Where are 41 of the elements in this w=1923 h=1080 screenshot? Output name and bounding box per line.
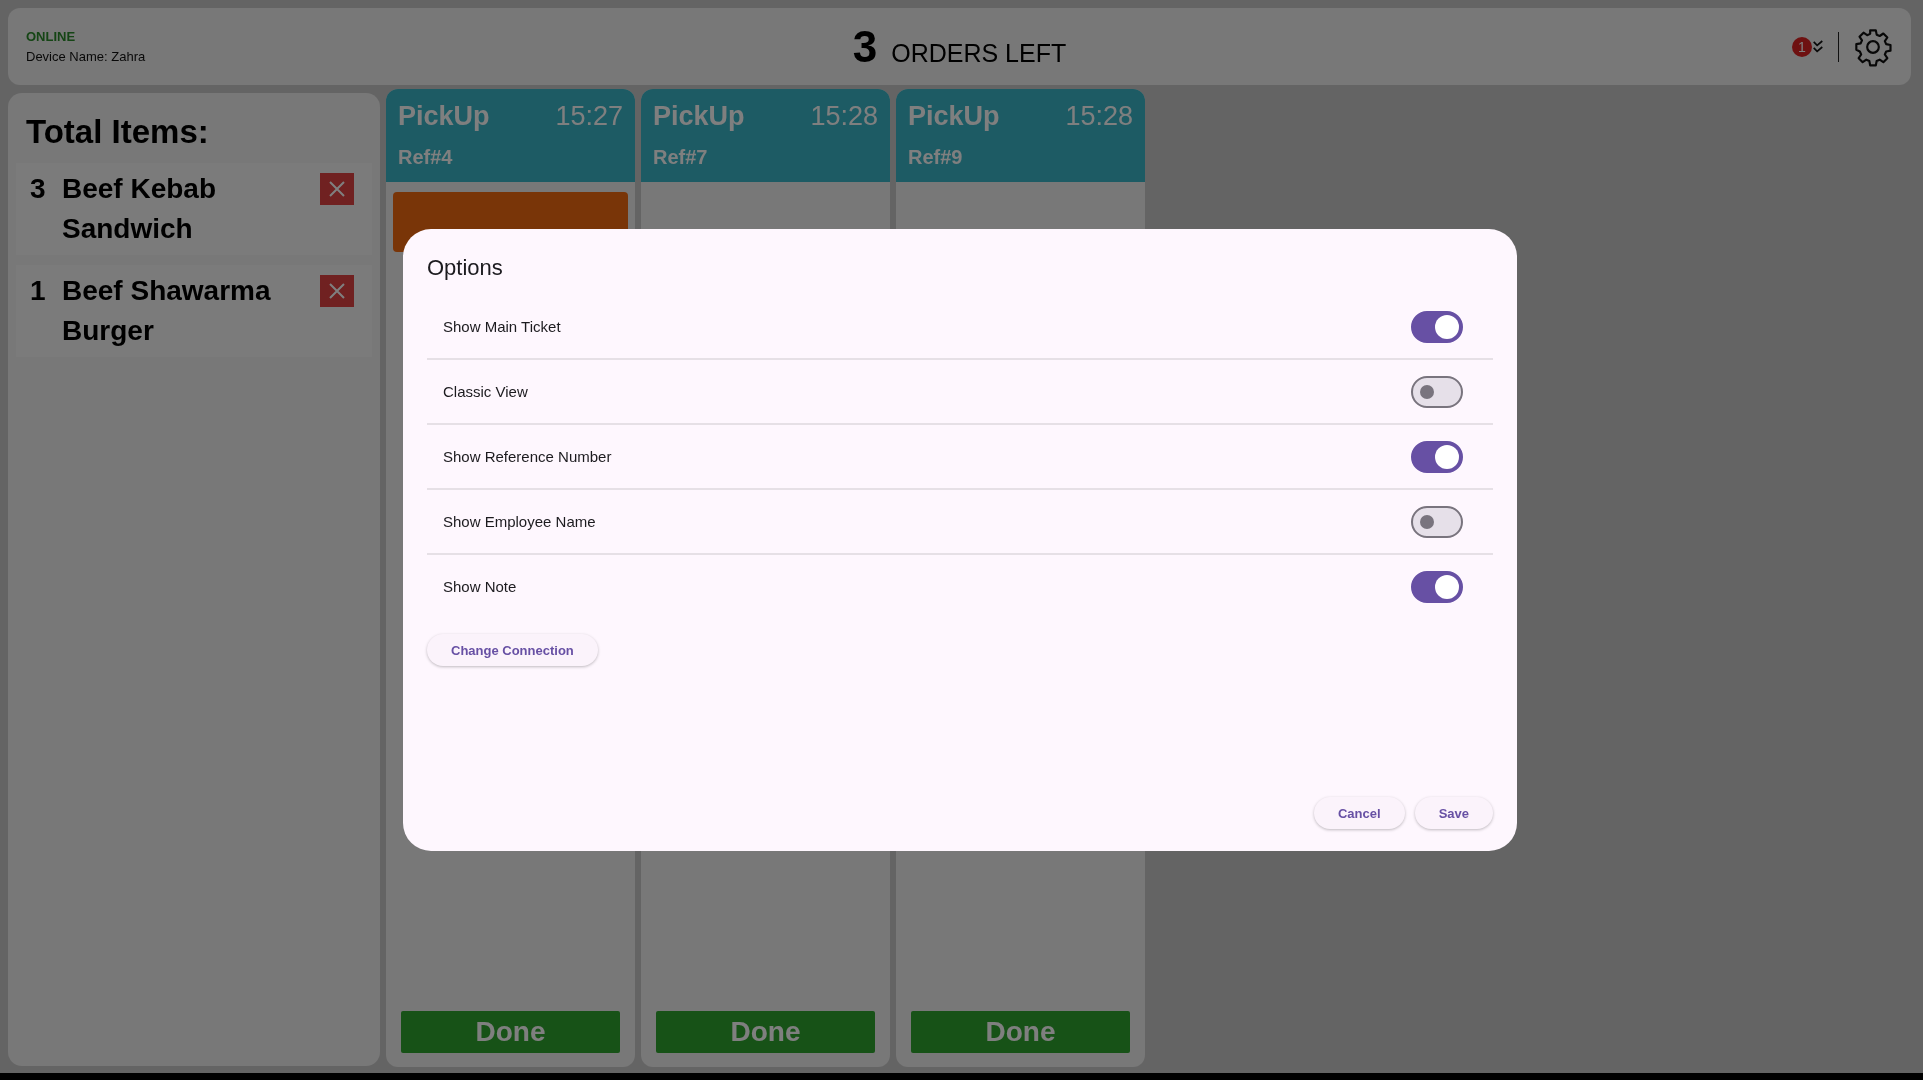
order-reference: Ref#7 (653, 146, 709, 169)
item-quantity: 1 (30, 274, 47, 308)
item-quantity: 3 (30, 172, 47, 206)
item-name: Beef Shawarma Burger (62, 274, 272, 348)
remove-button[interactable] (320, 275, 354, 307)
done-button[interactable]: Done (401, 1011, 620, 1053)
toggle-switch[interactable] (1411, 440, 1463, 473)
order-reference: Ref#9 (908, 146, 964, 169)
done-button[interactable]: Done (911, 1011, 1130, 1053)
double-check-icon (1812, 38, 1824, 55)
total-items-title: Total Items: (26, 113, 210, 151)
device-name: Device Name: Zahra (26, 49, 147, 64)
toggle-switch[interactable] (1411, 570, 1463, 603)
order-time: 15:27 (555, 101, 623, 132)
done-button[interactable]: Done (656, 1011, 875, 1053)
order-type: PickUp (653, 101, 745, 132)
order-time: 15:28 (810, 101, 878, 132)
option-label: Show Note (443, 578, 517, 595)
option-label: Show Reference Number (443, 448, 612, 465)
dialog-button[interactable]: Save (1414, 797, 1493, 829)
change-connection-button[interactable]: Change Connection (427, 634, 598, 666)
remove-button[interactable] (320, 173, 354, 205)
option-label: Show Main Ticket (443, 318, 561, 335)
order-type: PickUp (398, 101, 490, 132)
item-name: Beef Kebab Sandwich (62, 172, 218, 246)
order-time: 15:28 (1065, 101, 1133, 132)
order-type: PickUp (908, 101, 1000, 132)
notification-button[interactable]: 1 (1792, 36, 1824, 57)
option-label: Classic View (443, 383, 528, 400)
notification-badge: 1 (1792, 36, 1812, 57)
toggle-switch[interactable] (1411, 375, 1463, 408)
order-reference: Ref#4 (398, 146, 454, 169)
toggle-switch[interactable] (1411, 310, 1463, 343)
connection-status: ONLINE (26, 29, 77, 44)
option-label: Show Employee Name (443, 513, 596, 530)
dialog-button[interactable]: Cancel (1314, 797, 1405, 829)
orders-left-label: ORDERS LEFT (891, 38, 1067, 68)
orders-count: 3 (852, 21, 878, 72)
toggle-switch[interactable] (1411, 505, 1463, 538)
dialog-title: Options (427, 255, 504, 281)
settings-icon[interactable] (1853, 26, 1893, 67)
